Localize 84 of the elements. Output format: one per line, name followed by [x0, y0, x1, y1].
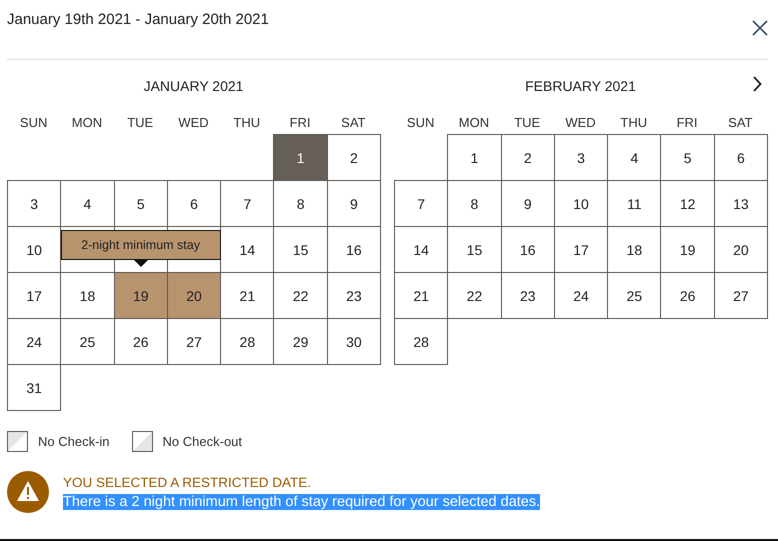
day-cell[interactable]: 4: [60, 180, 114, 226]
day-cell[interactable]: 17: [8, 272, 61, 318]
weekday-label: TUE: [126, 114, 154, 130]
day-cell[interactable]: 15: [274, 226, 328, 272]
day-cell[interactable]: 27: [714, 272, 768, 318]
day-cell[interactable]: 11: [608, 180, 661, 226]
day-cell[interactable]: 3: [554, 134, 608, 180]
weekday-label: WED: [564, 114, 597, 130]
legend-label: No Check-out: [162, 434, 242, 449]
month-title: FEBRUARY 2021: [525, 78, 636, 94]
day-cell[interactable]: 14: [394, 226, 448, 272]
tooltip: 2-night minimum stay: [60, 230, 221, 260]
weekday-label: MON: [458, 114, 490, 130]
weekday-label: FRI: [676, 114, 699, 130]
day-cell[interactable]: 8: [448, 180, 502, 226]
day-cell[interactable]: 22: [448, 272, 502, 318]
day-cell[interactable]: 5: [114, 180, 168, 226]
month-title: JANUARY 2021: [144, 78, 244, 94]
day-cell[interactable]: 16: [327, 226, 381, 272]
day-cell[interactable]: 27: [167, 318, 221, 364]
day-cell[interactable]: 31: [8, 364, 61, 410]
day-cell[interactable]: 2: [327, 134, 381, 180]
day-cell[interactable]: 20: [714, 226, 768, 272]
close-icon[interactable]: [751, 19, 769, 37]
warning-icon: [7, 471, 49, 513]
day-cell[interactable]: 8: [274, 180, 328, 226]
day-cell[interactable]: 15: [448, 226, 502, 272]
dialog-title: January 19th 2021 - January 20th 2021: [7, 11, 269, 28]
day-cell[interactable]: 21: [220, 272, 274, 318]
day-cell[interactable]: 12: [660, 180, 714, 226]
day-cell[interactable]: 21: [394, 272, 448, 318]
day-cell[interactable]: 7: [220, 180, 274, 226]
legend-swatch-icon: [132, 431, 153, 452]
weekday-label: WED: [177, 114, 210, 130]
day-cell[interactable]: 25: [608, 272, 661, 318]
day-cell[interactable]: 24: [554, 272, 608, 318]
alert-title: YOU SELECTED A RESTRICTED DATE.: [63, 474, 312, 490]
day-cell[interactable]: 19: [660, 226, 714, 272]
weekday-label: MON: [70, 114, 104, 130]
weekday-label: TUE: [513, 114, 542, 130]
day-cell[interactable]: 18: [608, 226, 661, 272]
day-cell[interactable]: 17: [554, 226, 608, 272]
day-cell[interactable]: 7: [394, 180, 448, 226]
day-cell[interactable]: 13: [714, 180, 768, 226]
day-cell[interactable]: 28: [394, 318, 448, 364]
weekday-label: SUN: [406, 114, 436, 130]
day-cell[interactable]: 30: [327, 318, 381, 364]
day-cell[interactable]: 22: [274, 272, 328, 318]
day-cell[interactable]: 3: [8, 180, 61, 226]
day-cell[interactable]: 24: [8, 318, 61, 364]
alert-message: There is a 2 night minimum length of stay required for your selected dates.: [63, 494, 540, 510]
tooltip-pointer-icon: [134, 260, 148, 267]
legend-label: No Check-in: [38, 434, 110, 449]
day-cell[interactable]: 1: [274, 134, 328, 180]
day-cell[interactable]: 2: [501, 134, 554, 180]
next-month-icon[interactable]: [752, 76, 762, 92]
day-cell[interactable]: 4: [608, 134, 661, 180]
weekday-label: SAT: [340, 114, 366, 130]
weekday-label: THU: [619, 114, 648, 130]
day-cell[interactable]: 10: [554, 180, 608, 226]
day-cell[interactable]: 23: [327, 272, 381, 318]
day-cell[interactable]: 6: [167, 180, 221, 226]
day-cell[interactable]: 9: [327, 180, 381, 226]
day-cell[interactable]: 26: [660, 272, 714, 318]
day-cell[interactable]: 20: [167, 272, 221, 318]
day-cell[interactable]: 16: [501, 226, 554, 272]
day-cell[interactable]: 6: [714, 134, 768, 180]
weekday-label: SAT: [727, 114, 754, 130]
day-cell[interactable]: 26: [114, 318, 168, 364]
day-cell[interactable]: 28: [220, 318, 274, 364]
day-cell[interactable]: 25: [60, 318, 114, 364]
day-cell[interactable]: 19: [114, 272, 168, 318]
day-cell[interactable]: 1: [448, 134, 502, 180]
legend-swatch-icon: [7, 431, 28, 452]
weekday-label: SUN: [18, 114, 48, 130]
day-cell[interactable]: 9: [501, 180, 554, 226]
day-cell[interactable]: 10: [8, 226, 61, 272]
day-cell[interactable]: 5: [660, 134, 714, 180]
day-cell[interactable]: 14: [220, 226, 274, 272]
day-cell[interactable]: 29: [274, 318, 328, 364]
day-cell[interactable]: 18: [60, 272, 114, 318]
day-cell[interactable]: 23: [501, 272, 554, 318]
weekday-label: FRI: [288, 114, 312, 130]
weekday-label: THU: [232, 114, 262, 130]
